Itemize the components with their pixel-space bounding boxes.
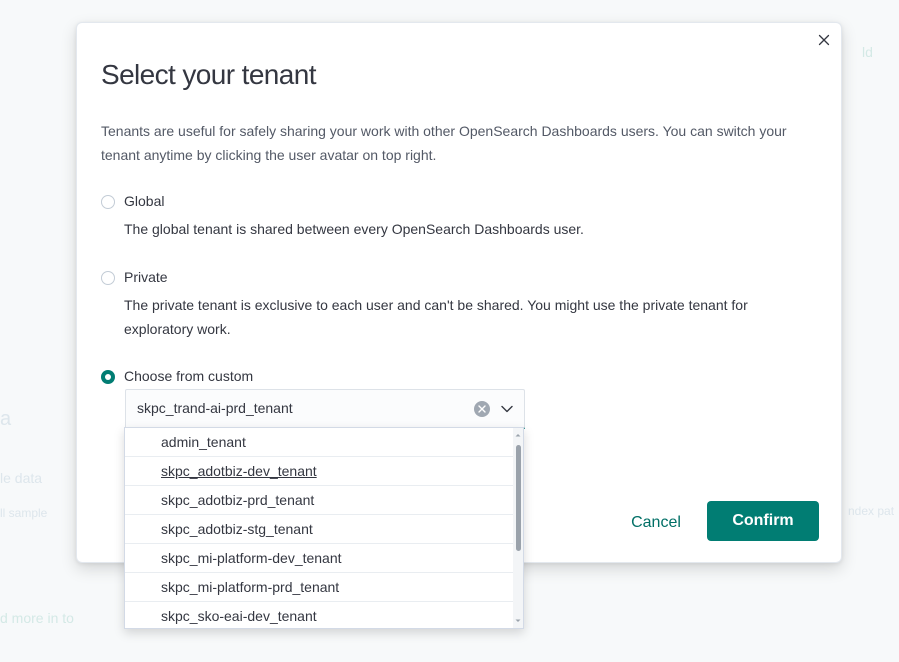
background-fragment: ll sample [0, 506, 48, 520]
background-fragment: a [0, 408, 12, 430]
chevron-down-icon [501, 405, 513, 413]
close-icon [818, 34, 830, 46]
list-item[interactable]: skpc_adotbiz-prd_tenant [125, 486, 515, 515]
list-item-label: skpc_adotbiz-dev_tenant [161, 463, 317, 479]
close-button[interactable] [815, 31, 833, 49]
option-private-label[interactable]: Private [124, 269, 168, 285]
list-item-label: admin_tenant [161, 434, 246, 450]
list-item[interactable]: skpc_adotbiz-stg_tenant [125, 515, 515, 544]
dropdown-options: admin_tenant skpc_adotbiz-dev_tenant skp… [125, 428, 515, 628]
background-fragment: d more in to [0, 610, 74, 626]
background-fragment: ld [862, 44, 873, 60]
modal-title: Select your tenant [101, 59, 317, 90]
scroll-down-arrow-icon[interactable] [514, 617, 522, 625]
radio-custom[interactable] [101, 370, 115, 384]
radio-global[interactable] [101, 195, 115, 209]
clear-icon [478, 405, 486, 413]
clear-button[interactable] [474, 401, 490, 417]
list-item[interactable]: skpc_sko-eai-dev_tenant [125, 602, 515, 628]
list-item-label: skpc_sko-eai-dev_tenant [161, 608, 317, 624]
list-item[interactable]: skpc_mi-platform-dev_tenant [125, 544, 515, 573]
tenant-combo-box[interactable]: skpc_trand-ai-prd_tenant [125, 389, 525, 429]
scroll-up-arrow-icon[interactable] [514, 431, 522, 439]
list-item-label: skpc_adotbiz-stg_tenant [161, 521, 313, 537]
confirm-button[interactable]: Confirm [707, 501, 819, 541]
modal-description: Tenants are useful for safely sharing yo… [101, 123, 787, 163]
cancel-button[interactable]: Cancel [617, 503, 695, 543]
combo-selected-value: skpc_trand-ai-prd_tenant [137, 400, 293, 416]
list-item-label: skpc_mi-platform-dev_tenant [161, 550, 342, 566]
scrollbar-thumb[interactable] [516, 445, 521, 551]
list-item-label: skpc_adotbiz-prd_tenant [161, 492, 315, 508]
list-item-label: skpc_mi-platform-prd_tenant [161, 579, 340, 595]
list-item[interactable]: admin_tenant [125, 428, 515, 457]
dropdown-scrollbar[interactable] [513, 428, 523, 628]
option-global-help: The global tenant is shared between ever… [124, 221, 584, 237]
tenant-dropdown-list[interactable]: admin_tenant skpc_adotbiz-dev_tenant skp… [124, 427, 524, 629]
option-custom-label[interactable]: Choose from custom [124, 368, 253, 384]
background-fragment: le data [0, 470, 43, 486]
option-private-help: The private tenant is exclusive to each … [124, 297, 748, 337]
option-global-label[interactable]: Global [124, 193, 164, 209]
list-item[interactable]: skpc_adotbiz-dev_tenant [125, 457, 515, 486]
combo-toggle-button[interactable] [500, 402, 514, 421]
background-fragment: ndex pat [848, 504, 895, 518]
list-item[interactable]: skpc_mi-platform-prd_tenant [125, 573, 515, 602]
radio-private[interactable] [101, 271, 115, 285]
